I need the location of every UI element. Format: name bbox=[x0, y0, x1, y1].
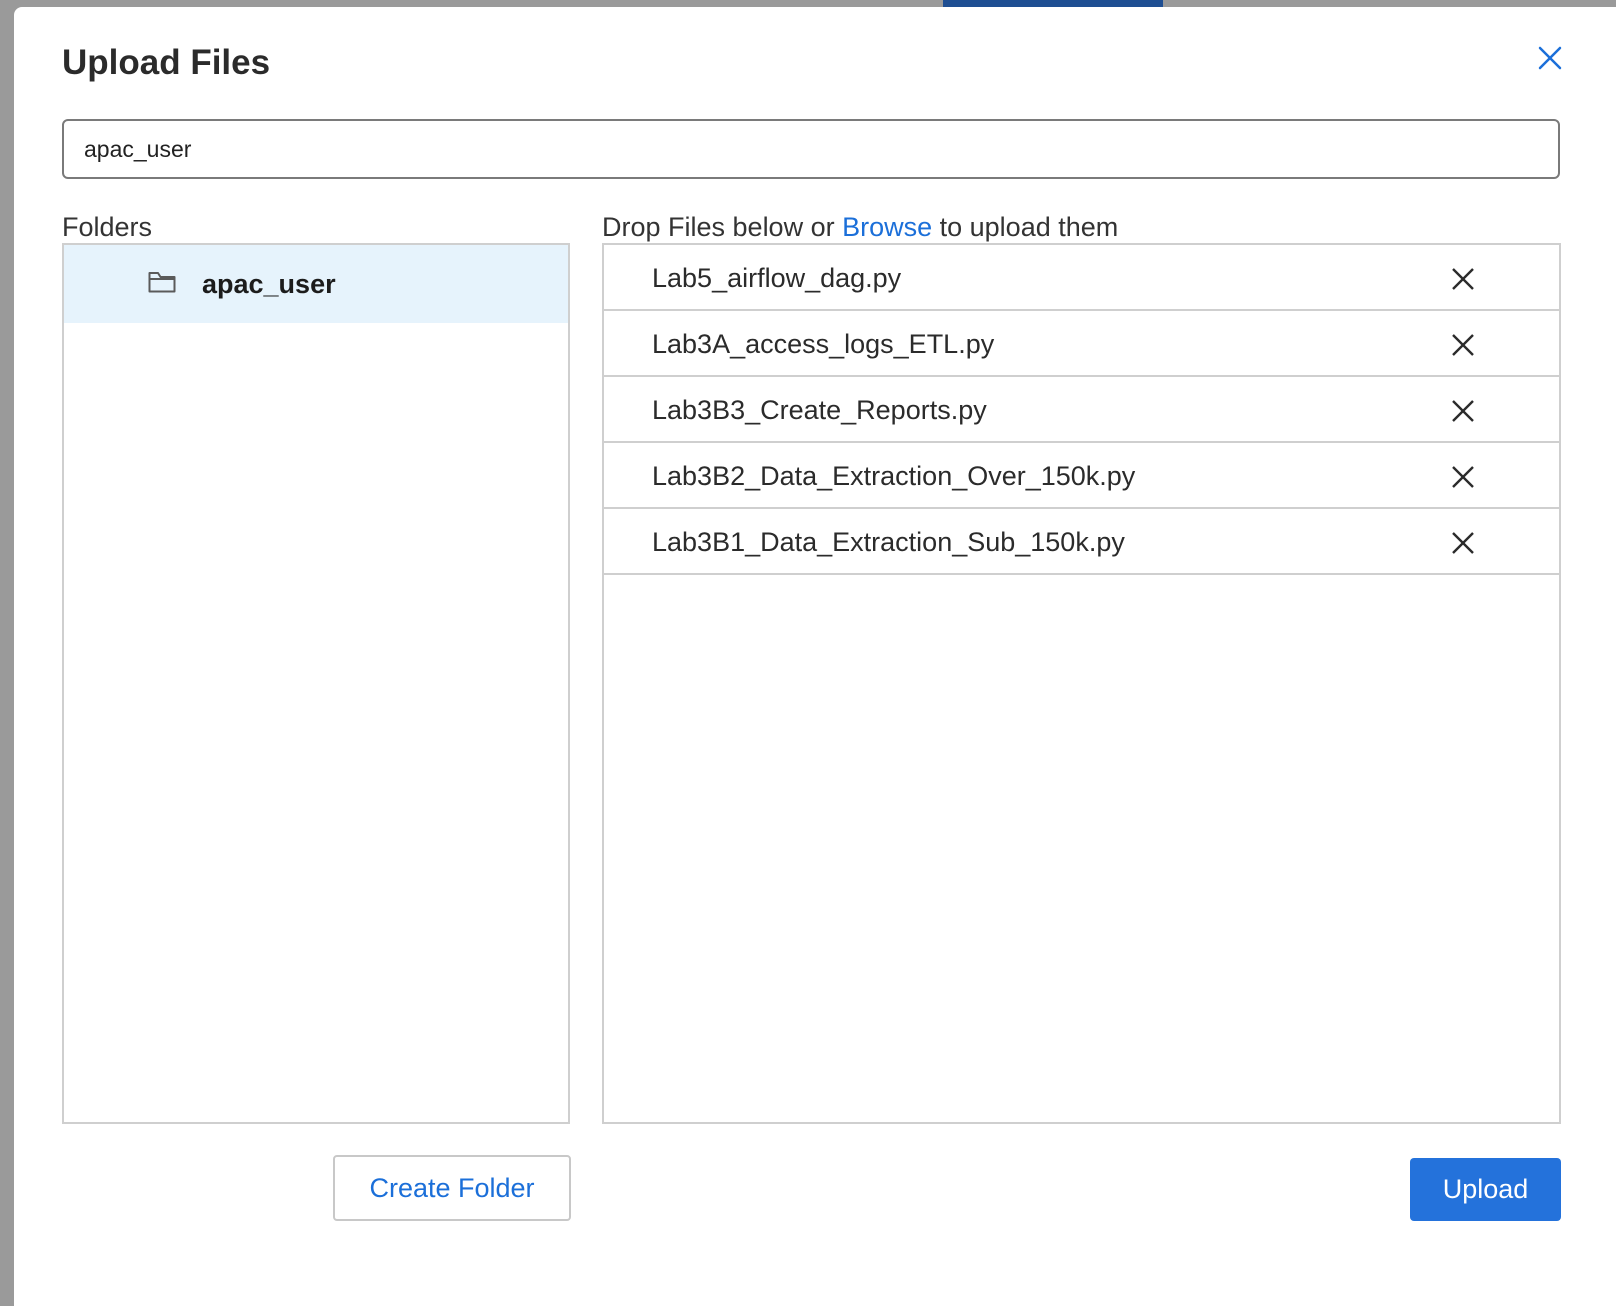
dialog-title: Upload Files bbox=[62, 43, 271, 82]
folder-item-apac-user[interactable]: apac_user bbox=[64, 245, 568, 323]
file-row: Lab3A_access_logs_ETL.py bbox=[604, 311, 1559, 377]
file-name: Lab3A_access_logs_ETL.py bbox=[652, 329, 995, 359]
file-list: Lab5_airflow_dag.py Lab3A_access_logs_ET… bbox=[604, 245, 1559, 575]
file-row: Lab3B1_Data_Extraction_Sub_150k.py bbox=[604, 509, 1559, 575]
remove-file-button[interactable] bbox=[1451, 399, 1475, 423]
remove-icon bbox=[1452, 466, 1474, 488]
upload-files-dialog: Upload Files Folders Drop Files below or… bbox=[14, 7, 1616, 1306]
drop-label-suffix: to upload them bbox=[932, 212, 1119, 242]
remove-file-button[interactable] bbox=[1451, 531, 1475, 555]
file-name: Lab3B2_Data_Extraction_Over_150k.py bbox=[652, 461, 1136, 491]
remove-icon bbox=[1452, 400, 1474, 422]
file-name: Lab3B3_Create_Reports.py bbox=[652, 395, 987, 425]
folders-label: Folders bbox=[62, 212, 153, 242]
folder-name: apac_user bbox=[202, 269, 336, 299]
file-row: Lab3B3_Create_Reports.py bbox=[604, 377, 1559, 443]
folder-icon bbox=[148, 272, 176, 293]
drop-label-prefix: Drop Files below or bbox=[602, 212, 843, 242]
remove-file-button[interactable] bbox=[1451, 267, 1475, 291]
backdrop-page-tab bbox=[943, 0, 1163, 7]
file-drop-zone[interactable]: Lab5_airflow_dag.py Lab3A_access_logs_ET… bbox=[602, 243, 1561, 1124]
destination-path-input[interactable] bbox=[62, 119, 1560, 179]
remove-file-button[interactable] bbox=[1451, 465, 1475, 489]
file-row: Lab3B2_Data_Extraction_Over_150k.py bbox=[604, 443, 1559, 509]
remove-icon bbox=[1452, 334, 1474, 356]
file-name: Lab5_airflow_dag.py bbox=[652, 263, 902, 293]
close-icon bbox=[1538, 46, 1562, 70]
close-button[interactable] bbox=[1535, 43, 1565, 73]
remove-icon bbox=[1452, 268, 1474, 290]
folder-tree: apac_user bbox=[62, 243, 570, 1124]
remove-file-button[interactable] bbox=[1451, 333, 1475, 357]
file-name: Lab3B1_Data_Extraction_Sub_150k.py bbox=[652, 527, 1125, 557]
file-row: Lab5_airflow_dag.py bbox=[604, 245, 1559, 311]
drop-files-label: Drop Files below or Browse to upload the… bbox=[602, 210, 1118, 244]
create-folder-button[interactable]: Create Folder bbox=[333, 1155, 571, 1221]
upload-button[interactable]: Upload bbox=[1410, 1158, 1561, 1221]
browse-link[interactable]: Browse bbox=[842, 212, 932, 242]
remove-icon bbox=[1452, 532, 1474, 554]
